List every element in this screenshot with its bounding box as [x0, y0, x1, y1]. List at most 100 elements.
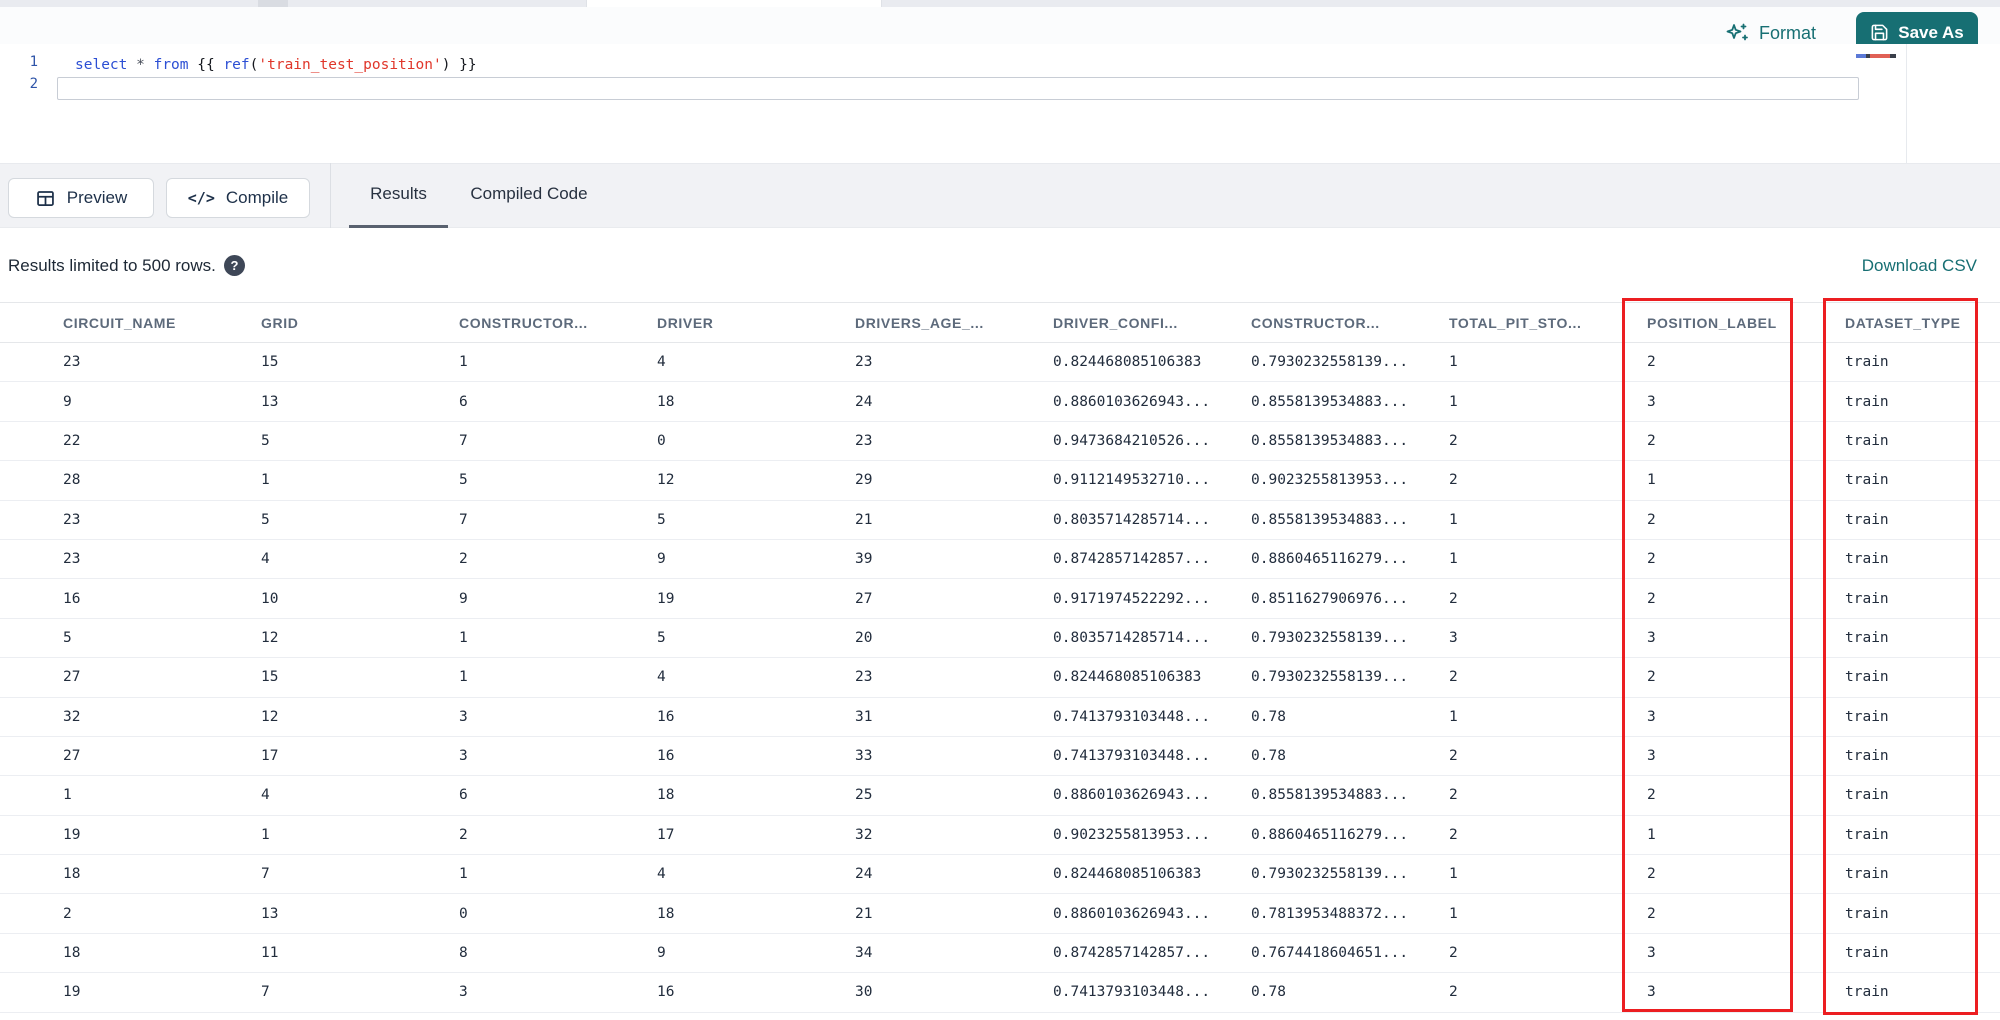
table-row: 19 1 2 17 32 0.9023255813953... 0.886046511627…: [0, 816, 2000, 856]
table-cell: 3: [1449, 629, 1458, 646]
active-file-tab[interactable]: [586, 0, 882, 7]
table-cell: 0.8860465116279...: [1251, 551, 1409, 568]
row-limit-notice: Results limited to 500 rows.: [8, 256, 216, 275]
table-cell: 0.8558139534883...: [1251, 432, 1409, 449]
save-icon: [1870, 23, 1889, 42]
table-cell: 2: [1449, 590, 1458, 607]
code-token: 'train_test_position': [258, 57, 442, 73]
table-cell: 18: [63, 945, 81, 962]
tab-results[interactable]: Results: [349, 163, 448, 225]
table-cell: 0.8035714285714...: [1053, 511, 1211, 528]
table-cell: 19: [63, 984, 81, 1001]
table-cell: 19: [657, 590, 675, 607]
table-cell: 16: [63, 590, 81, 607]
code-token: ref: [223, 57, 250, 73]
table-row: 23 5 7 5 21 0.8035714285714... 0.8558139534883…: [0, 501, 2000, 540]
table-cell: 3: [459, 708, 468, 725]
table-cell: 0: [657, 432, 666, 449]
table-cell: 1: [261, 826, 270, 843]
column-header[interactable]: TOTAL_PIT_STO...: [1449, 315, 1647, 331]
download-csv-link[interactable]: Download CSV: [1862, 253, 1977, 279]
table-cell: 23: [855, 669, 873, 686]
table-cell: 1: [459, 866, 468, 883]
column-header[interactable]: CIRCUIT_NAME: [63, 315, 261, 331]
column-header[interactable]: DRIVER_CONFI...: [1053, 315, 1251, 331]
table-cell: 29: [855, 472, 873, 489]
table-cell: 0: [459, 905, 468, 922]
sparkles-icon: [1725, 21, 1749, 45]
results-table-body: 23 15 1 4 23 0.824468085106383 0.7930232558139…: [0, 343, 2000, 1020]
table-cell: 19: [63, 826, 81, 843]
table-cell: 25: [855, 787, 873, 804]
table-cell: 27: [855, 590, 873, 607]
table-cell: 9: [459, 590, 468, 607]
panel-divider: [330, 163, 331, 228]
table-cell: 1: [459, 629, 468, 646]
column-header[interactable]: DRIVER: [657, 315, 855, 331]
table-cell: 2: [1647, 551, 1656, 568]
table-cell: 2: [1449, 748, 1458, 765]
table-cell: 0.9112149532710...: [1053, 472, 1211, 489]
tab-compiled-code[interactable]: Compiled Code: [469, 163, 589, 225]
table-cell: 2: [1647, 866, 1656, 883]
table-cell: 0.8860103626943...: [1053, 905, 1211, 922]
table-cell: 20: [855, 629, 873, 646]
column-header[interactable]: DATASET_TYPE: [1845, 315, 2000, 331]
table-cell: 2: [1647, 590, 1656, 607]
code-token: }}: [450, 57, 477, 73]
sql-editor[interactable]: 1 2 select * from {{ ref('train_test_pos…: [0, 44, 2000, 163]
table-cell: 7: [459, 432, 468, 449]
table-cell: 0.8860103626943...: [1053, 787, 1211, 804]
table-row: 23 4 2 9 39 0.8742857142857... 0.8860465116279…: [0, 540, 2000, 580]
column-header[interactable]: CONSTRUCTOR...: [459, 315, 657, 331]
table-cell: 0.8860465116279...: [1251, 826, 1409, 843]
table-cell: 9: [657, 945, 666, 962]
table-cell: 2: [1449, 432, 1458, 449]
help-icon[interactable]: ?: [224, 255, 245, 276]
table-cell: 1: [1449, 393, 1458, 410]
column-header[interactable]: CONSTRUCTOR...: [1251, 315, 1449, 331]
compile-button[interactable]: </> Compile: [166, 178, 310, 218]
preview-button[interactable]: Preview: [8, 178, 154, 218]
table-grid-icon: [35, 188, 56, 209]
table-cell: 0.9023255813953...: [1251, 472, 1409, 489]
table-cell: train: [1845, 984, 1889, 1001]
table-cell: 1: [261, 472, 270, 489]
table-cell: 0.8742857142857...: [1053, 551, 1211, 568]
table-cell: 3: [1647, 629, 1656, 646]
table-cell: 3: [1647, 708, 1656, 725]
table-row: 19 7 3 16 30 0.7413793103448... 0.78 2 3 train: [0, 973, 2000, 1013]
editor-scrollbar-track[interactable]: [1906, 44, 1907, 163]
table-cell: 0.9473684210526...: [1053, 432, 1211, 449]
column-header[interactable]: POSITION_LABEL: [1647, 315, 1845, 331]
table-cell: 13: [261, 393, 279, 410]
table-cell: 0.7930232558139...: [1251, 866, 1409, 883]
column-header[interactable]: DRIVERS_AGE_...: [855, 315, 1053, 331]
table-cell: 1: [63, 787, 72, 804]
file-tab-divider: [258, 0, 288, 7]
code-line-1[interactable]: select * from {{ ref('train_test_positio…: [75, 54, 477, 76]
table-cell: 21: [855, 905, 873, 922]
editor-minimap[interactable]: [1856, 54, 1906, 58]
table-cell: train: [1845, 748, 1889, 765]
line-number: 1: [29, 54, 38, 70]
table-cell: 11: [261, 945, 279, 962]
code-token: select: [75, 57, 128, 73]
table-cell: 34: [855, 945, 873, 962]
table-cell: 5: [261, 432, 270, 449]
table-cell: 24: [855, 866, 873, 883]
column-header[interactable]: GRID: [261, 315, 459, 331]
table-cell: 0.7930232558139...: [1251, 669, 1409, 686]
table-cell: train: [1845, 590, 1889, 607]
table-cell: 0.8035714285714...: [1053, 629, 1211, 646]
table-cell: 0.8860103626943...: [1053, 393, 1211, 410]
table-cell: 32: [63, 708, 81, 725]
table-cell: 0.7413793103448...: [1053, 708, 1211, 725]
table-cell: 10: [261, 590, 279, 607]
editor-active-line[interactable]: [57, 77, 1859, 100]
table-cell: 4: [657, 354, 666, 371]
table-cell: train: [1845, 629, 1889, 646]
table-cell: 24: [855, 393, 873, 410]
